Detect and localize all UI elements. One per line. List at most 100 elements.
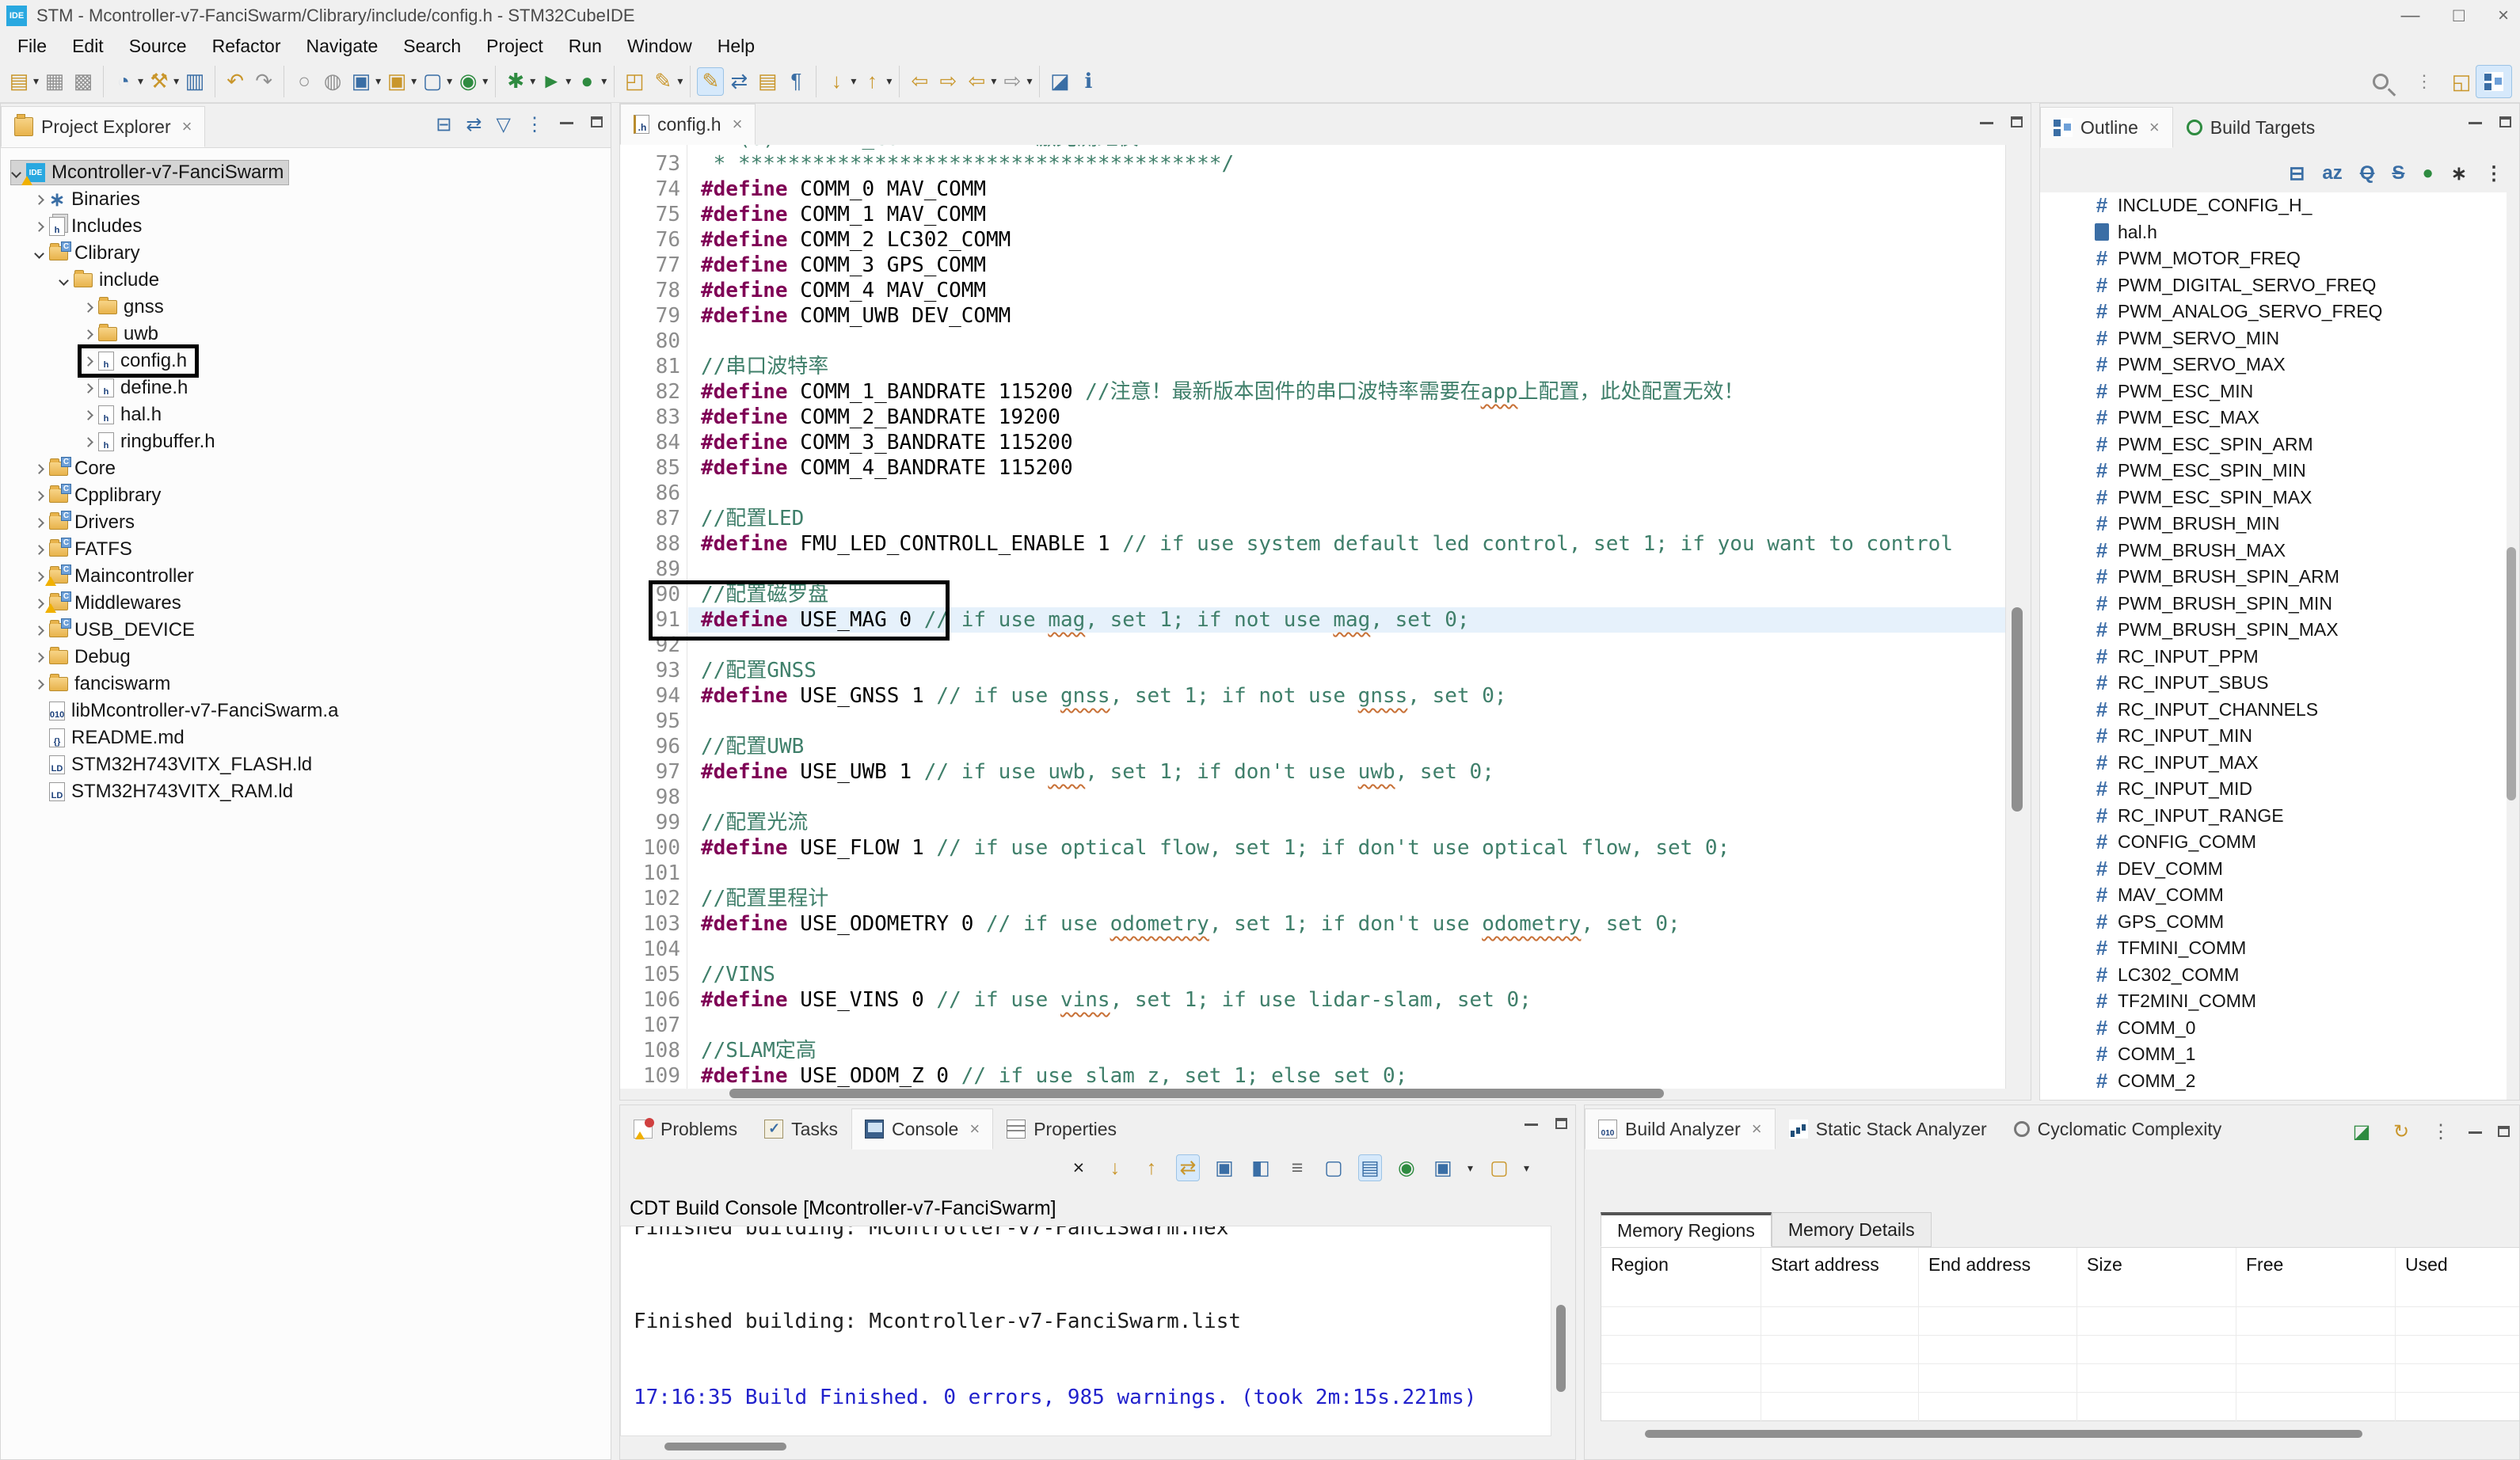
outline-item[interactable]: #PWM_ANALOG_SERVO_FREQ — [2040, 298, 2507, 325]
dropdown-icon[interactable]: ▾ — [530, 74, 535, 88]
hide-inactive-icon[interactable]: ∗ — [2451, 162, 2467, 185]
hide-non-public-icon[interactable]: ● — [2422, 162, 2434, 184]
chevron-right-icon[interactable] — [34, 222, 44, 232]
tree-item[interactable]: LDSTM32H743VITX_RAM.ld — [1, 778, 611, 805]
scroll-lock-icon[interactable]: ▤ — [1358, 1154, 1382, 1181]
outline-item[interactable]: hal.h — [2040, 219, 2507, 245]
open-console-monitor-icon[interactable]: ▣ — [1212, 1154, 1236, 1181]
dropdown-icon[interactable]: ▾ — [677, 74, 683, 88]
link-selection-icon[interactable]: ◪ — [2350, 1118, 2373, 1145]
outline-item[interactable]: #PWM_ESC_SPIN_ARM — [2040, 432, 2507, 458]
tab-outline[interactable]: Outline × — [2040, 107, 2173, 148]
build-icon[interactable]: ⚒ — [146, 67, 173, 96]
outline-item[interactable]: #RC_INPUT_PPM — [2040, 644, 2507, 670]
device-configuration-icon[interactable]: ◔ — [110, 67, 137, 96]
mark-pen-icon[interactable]: ✎ — [649, 67, 676, 96]
chevron-down-icon[interactable] — [11, 168, 21, 178]
tree-item[interactable]: CClibrary — [1, 240, 611, 267]
info-icon[interactable]: ℹ — [1075, 67, 1102, 96]
dropdown-icon[interactable]: ▾ — [991, 74, 996, 88]
close-icon[interactable]: × — [733, 114, 743, 135]
open-perspective-icon[interactable]: ◱ — [2448, 67, 2475, 96]
outline-scrollbar[interactable] — [2507, 192, 2518, 1100]
chevron-right-icon[interactable] — [83, 329, 93, 340]
chevron-right-icon[interactable] — [34, 572, 44, 582]
tree-item[interactable]: CFATFS — [1, 536, 611, 563]
tab-console[interactable]: Console× — [851, 1108, 993, 1150]
minimize-view-icon[interactable] — [2469, 120, 2482, 124]
binary-icon[interactable]: ▥ — [181, 67, 208, 96]
outline-item[interactable]: #INCLUDE_CONFIG_H_ — [2040, 192, 2507, 219]
dropdown-icon[interactable]: ▾ — [886, 74, 892, 88]
outline-item[interactable]: #PWM_ESC_MIN — [2040, 378, 2507, 405]
sort-icon[interactable]: az — [2322, 162, 2342, 184]
dropdown-icon[interactable]: ▾ — [447, 74, 452, 88]
outline-item[interactable]: #RC_INPUT_SBUS — [2040, 670, 2507, 696]
outline-item[interactable]: #PWM_SERVO_MIN — [2040, 325, 2507, 352]
menu-window[interactable]: Window — [615, 32, 705, 60]
back-history-icon[interactable]: ⇦ — [963, 67, 990, 96]
chevron-right-icon[interactable] — [83, 383, 93, 394]
open-console-icon[interactable]: ▢ — [1487, 1154, 1511, 1181]
hide-macros-icon[interactable]: Q — [2360, 162, 2375, 184]
new-wizard-icon[interactable]: ▤ — [6, 67, 32, 96]
maximize-view-icon[interactable] — [1555, 1118, 1567, 1129]
minimize-view-icon[interactable] — [1525, 1122, 1538, 1126]
minimize-view-icon[interactable] — [560, 120, 573, 124]
dropdown-icon[interactable]: ▾ — [482, 74, 488, 88]
tab-tasks[interactable]: Tasks — [751, 1108, 851, 1150]
dropdown-icon[interactable]: ▾ — [1524, 1162, 1529, 1175]
dropdown-icon[interactable]: ▾ — [601, 74, 607, 88]
tree-item[interactable]: IDEMcontroller-v7-FanciSwarm — [1, 159, 611, 186]
outline-item[interactable]: #MAV_COMM — [2040, 882, 2507, 908]
save-all-icon[interactable]: ▩ — [70, 67, 97, 96]
link-with-editor-icon[interactable]: ⇄ — [466, 113, 482, 136]
tree-item[interactable]: uwb — [1, 321, 611, 348]
chevron-right-icon[interactable] — [83, 356, 93, 367]
lock-console-icon[interactable]: ◧ — [1249, 1154, 1273, 1181]
outline-item[interactable]: #RC_INPUT_MIN — [2040, 723, 2507, 749]
cpp-perspective-button[interactable] — [2476, 65, 2512, 98]
chevron-right-icon[interactable] — [34, 679, 44, 690]
dropdown-icon[interactable]: ▾ — [1026, 74, 1032, 88]
pin-editor-icon[interactable]: ◪ — [1046, 67, 1073, 96]
tab-build-analyzer[interactable]: 010Build Analyzer× — [1585, 1108, 1776, 1150]
view-menu-icon[interactable]: ⋮ — [525, 113, 544, 136]
maximize-view-icon[interactable] — [2011, 116, 2023, 127]
tab-config-h[interactable]: .h config.h × — [620, 104, 756, 145]
outline-item[interactable]: #TF2MINI_COMM — [2040, 988, 2507, 1014]
outline-item[interactable]: #CONFIG_COMM — [2040, 829, 2507, 855]
search-icon[interactable] — [2373, 74, 2389, 89]
new-cpp-circle-icon[interactable]: ◉ — [455, 67, 482, 96]
show-previous-icon[interactable]: ↑ — [1140, 1154, 1163, 1181]
editor-scrollbar[interactable] — [2005, 145, 2031, 1089]
chevron-right-icon[interactable] — [34, 652, 44, 663]
new-cpp-class-icon[interactable]: ▣ — [383, 67, 410, 96]
outline-item[interactable]: #RC_INPUT_CHANNELS — [2040, 697, 2507, 723]
tree-item[interactable]: hIncludes — [1, 213, 611, 240]
close-icon[interactable]: × — [969, 1119, 980, 1139]
outline-item[interactable]: #PWM_DIGITAL_SERVO_FREQ — [2040, 272, 2507, 298]
tree-item[interactable]: 010libMcontroller-v7-FanciSwarm.a — [1, 698, 611, 724]
view-menu-icon[interactable]: ⋮ — [2484, 162, 2503, 185]
fwd-annot-icon[interactable]: ⇨ — [935, 67, 961, 96]
tree-item[interactable]: CCore — [1, 455, 611, 482]
menu-run[interactable]: Run — [556, 32, 615, 60]
menu-search[interactable]: Search — [390, 32, 474, 60]
clear-console-icon[interactable]: ▢ — [1322, 1154, 1346, 1181]
show-whitespace-icon[interactable]: ¶ — [782, 67, 809, 96]
chevron-right-icon[interactable] — [34, 625, 44, 636]
outline-item[interactable]: #PWM_SERVO_MAX — [2040, 352, 2507, 378]
swap-console-icon[interactable]: ⇄ — [1176, 1154, 1200, 1181]
toolbar-overflow-icon[interactable]: ⋮ — [2415, 71, 2433, 92]
memory-table-hscrollbar[interactable] — [1601, 1430, 2511, 1441]
tree-item[interactable]: CCpplibrary — [1, 482, 611, 509]
chevron-right-icon[interactable] — [83, 410, 93, 420]
maximize-view-icon[interactable] — [2499, 116, 2511, 127]
run-icon[interactable]: ► — [538, 67, 565, 96]
close-icon[interactable]: × — [2149, 117, 2160, 138]
console-vscrollbar[interactable] — [1556, 1226, 1567, 1436]
tab-build-targets[interactable]: Build Targets — [2173, 107, 2329, 148]
tree-item[interactable]: {}README.md — [1, 724, 611, 751]
chevron-right-icon[interactable] — [34, 491, 44, 501]
